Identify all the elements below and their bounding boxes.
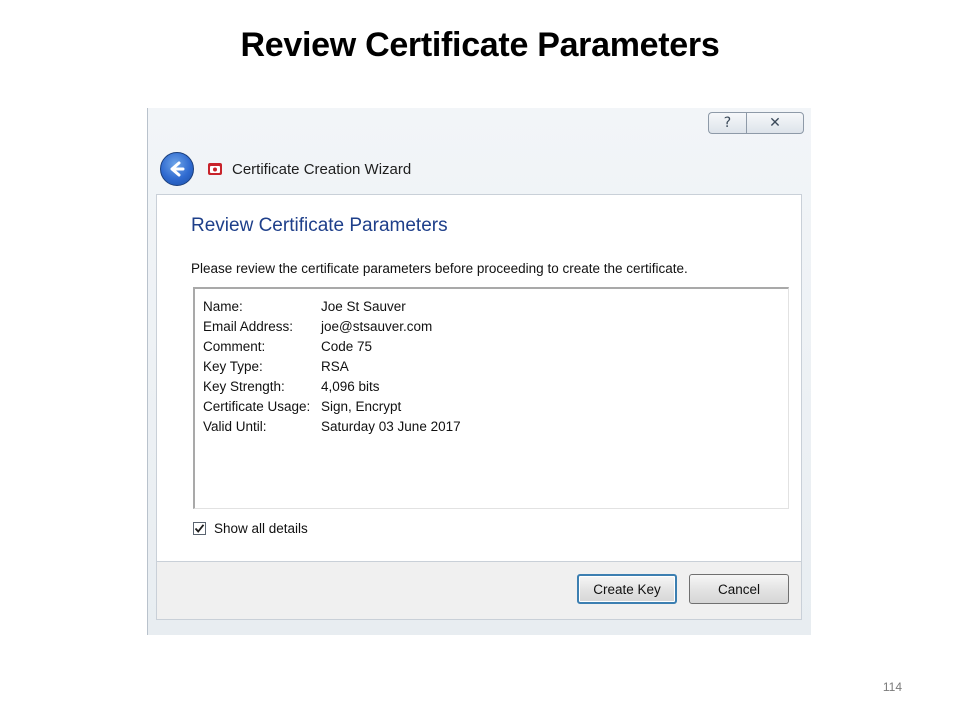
parameter-row: Certificate Usage: Sign, Encrypt <box>203 399 401 419</box>
certificate-icon <box>208 163 222 175</box>
button-bar: Create Key Cancel <box>156 562 802 620</box>
parameter-row: Key Strength: 4,096 bits <box>203 379 380 399</box>
page-description: Please review the certificate parameters… <box>191 261 688 276</box>
slide-number: 114 <box>882 680 902 694</box>
cancel-button[interactable]: Cancel <box>689 574 789 604</box>
title-bar-buttons: ? ✕ <box>708 112 804 134</box>
wizard-header: Certificate Creation Wizard <box>160 152 411 186</box>
parameter-row: Comment: Code 75 <box>203 339 372 359</box>
parameter-label: Email Address: <box>203 319 294 334</box>
screenshot-frame: ? ✕ Certificate Creation Wizard Review C… <box>147 108 811 635</box>
parameter-row: Key Type: RSA <box>203 359 349 379</box>
create-key-button[interactable]: Create Key <box>577 574 677 604</box>
parameter-label: Key Type: <box>203 359 263 374</box>
back-arrow-icon <box>170 161 185 177</box>
parameter-label: Key Strength: <box>203 379 285 394</box>
parameter-value: 4,096 bits <box>321 379 380 394</box>
parameter-row: Valid Until: Saturday 03 June 2017 <box>203 419 461 439</box>
close-icon: ✕ <box>769 115 781 131</box>
parameters-list[interactable]: Name: Joe St Sauver Email Address: joe@sts… <box>193 287 789 509</box>
show-all-details-option[interactable]: Show all details <box>193 521 308 536</box>
parameter-value: Sign, Encrypt <box>321 399 402 414</box>
parameter-value: RSA <box>321 359 349 374</box>
parameter-label: Comment: <box>203 339 266 354</box>
parameter-value: Saturday 03 June 2017 <box>321 419 461 434</box>
parameter-label: Valid Until: <box>203 419 267 434</box>
parameter-row: Name: Joe St Sauver <box>203 299 406 319</box>
back-button[interactable] <box>160 152 194 186</box>
help-button[interactable]: ? <box>708 112 746 134</box>
wizard-title: Certificate Creation Wizard <box>232 160 412 178</box>
show-all-details-label: Show all details <box>214 521 308 536</box>
parameter-row: Email Address: joe@stsauver.com <box>203 319 432 339</box>
slide-title: Review Certificate Parameters <box>240 26 720 64</box>
show-all-details-checkbox[interactable] <box>193 522 206 535</box>
wizard-window: ? ✕ Certificate Creation Wizard Review C… <box>147 108 811 635</box>
page-heading: Review Certificate Parameters <box>191 215 448 236</box>
parameter-label: Certificate Usage: <box>203 399 311 414</box>
parameter-value: joe@stsauver.com <box>321 319 433 334</box>
content-panel: Review Certificate Parameters Please rev… <box>156 194 802 562</box>
parameter-value: Joe St Sauver <box>321 299 406 314</box>
parameter-label: Name: <box>203 299 243 314</box>
checkmark-icon <box>194 524 205 533</box>
parameter-value: Code 75 <box>321 339 373 354</box>
help-icon: ? <box>723 115 732 131</box>
close-button[interactable]: ✕ <box>746 112 804 134</box>
